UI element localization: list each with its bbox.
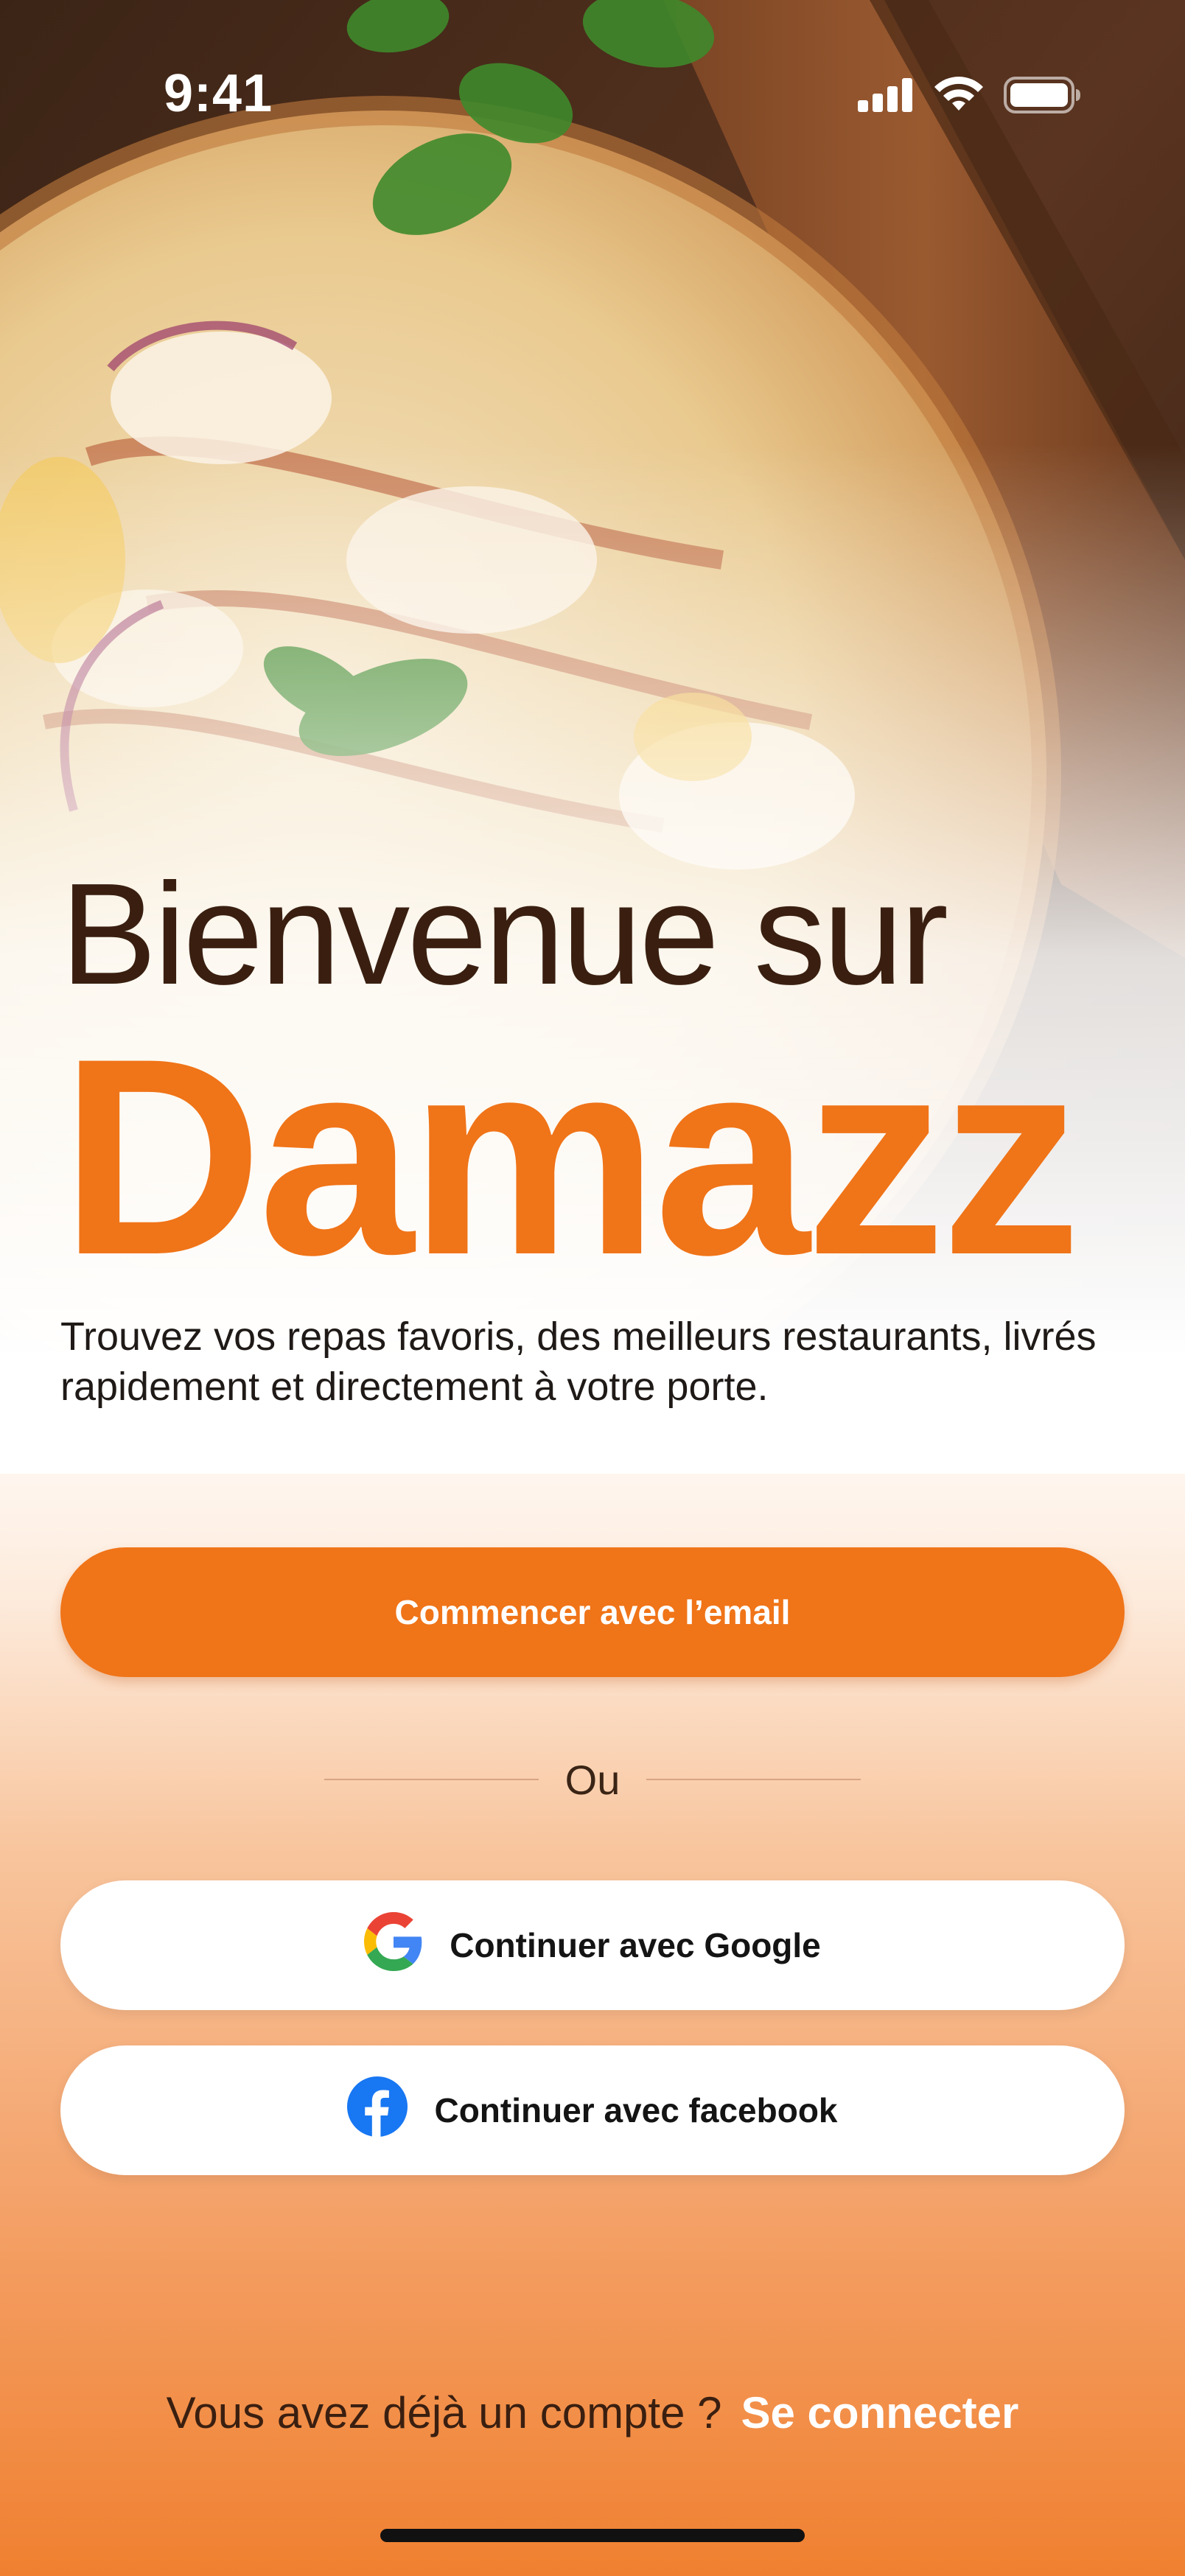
status-icons: [858, 77, 1082, 117]
divider-label: Ou: [564, 1756, 621, 1803]
status-bar: 9:41: [0, 0, 1185, 192]
welcome-heading: Bienvenue sur: [60, 853, 948, 1015]
divider-line-left: [324, 1779, 539, 1780]
welcome-subtitle: Trouvez vos repas favoris, des meilleurs…: [60, 1315, 1097, 1409]
login-link[interactable]: Se connecter: [741, 2388, 1019, 2437]
signal-icon: [858, 78, 914, 116]
welcome-screen: 9:41 Bienvenue sur Damazz Trouvez vos re…: [0, 0, 1185, 2576]
home-indicator: [380, 2529, 805, 2542]
wifi-icon: [933, 77, 985, 117]
continue-with-facebook-button[interactable]: Continuer avec facebook: [60, 2045, 1125, 2175]
divider-line-right: [646, 1779, 861, 1780]
facebook-button-label: Continuer avec facebook: [434, 2091, 838, 2129]
or-divider: Ou: [324, 1754, 861, 1805]
battery-icon: [1004, 77, 1082, 117]
login-prompt: Vous avez déjà un compte ? Se connecter: [0, 2387, 1185, 2438]
email-button-label: Commencer avec l’email: [394, 1593, 791, 1631]
brand-name: Damazz: [60, 1000, 1081, 1313]
google-button-label: Continuer avec Google: [450, 1926, 821, 1964]
continue-with-google-button[interactable]: Continuer avec Google: [60, 1880, 1125, 2010]
status-time: 9:41: [164, 64, 273, 123]
start-with-email-button[interactable]: Commencer avec l’email: [60, 1547, 1125, 1677]
google-icon: [364, 1911, 423, 1979]
facebook-icon: [347, 2076, 408, 2145]
login-question: Vous avez déjà un compte ?: [166, 2388, 722, 2437]
